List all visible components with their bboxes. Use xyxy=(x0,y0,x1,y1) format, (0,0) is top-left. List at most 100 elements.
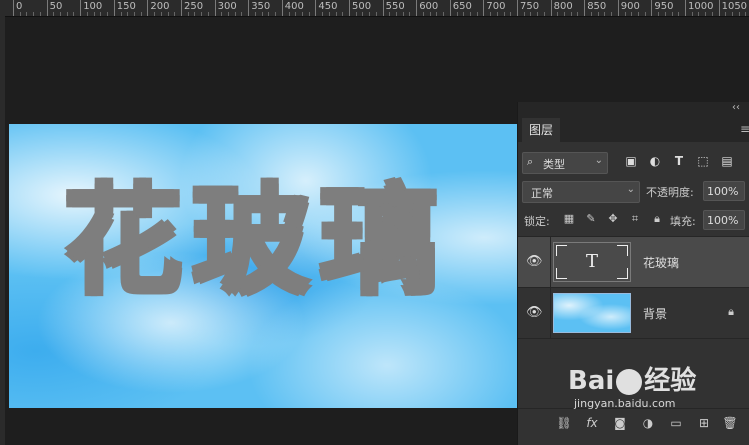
ruler-minor-tick xyxy=(201,12,203,16)
paw-icon xyxy=(616,368,643,395)
ruler-minor-tick xyxy=(120,12,122,16)
ruler-tick-label: 700 xyxy=(486,1,506,12)
ruler-tick-label: 100 xyxy=(83,1,103,12)
ruler-minor-tick xyxy=(26,12,28,16)
layer-row-background[interactable]: 👁︎ 背景 🔒︎ xyxy=(518,287,749,339)
lock-image-pixels-icon[interactable]: ✎ xyxy=(584,212,598,226)
ruler-minor-tick xyxy=(174,12,176,16)
watermark-logo-right: 经验 xyxy=(644,366,697,396)
ruler-minor-tick xyxy=(107,12,109,16)
canvas-text-layer[interactable]: 花玻璃 xyxy=(64,182,448,300)
smart-object-filter-icon[interactable]: ▤ xyxy=(720,154,734,168)
ruler-minor-tick xyxy=(133,12,135,16)
layer-name[interactable]: 背景 xyxy=(643,305,667,322)
tab-layers[interactable]: 图层 xyxy=(522,118,561,142)
background-layer-thumbnail xyxy=(553,293,631,333)
ruler-minor-tick xyxy=(335,12,337,16)
ruler-minor-tick xyxy=(308,12,310,16)
ruler-minor-tick xyxy=(241,12,243,16)
ruler-tick: 700 xyxy=(483,0,505,16)
ruler-minor-tick xyxy=(557,12,559,16)
mask-icon[interactable]: ◙ xyxy=(612,415,628,431)
ruler-minor-tick xyxy=(342,12,344,16)
eye-icon[interactable]: 👁︎ xyxy=(526,305,543,321)
opacity-label: 不透明度: xyxy=(646,186,694,199)
panel-menu-icon[interactable]: ≡ xyxy=(740,122,749,136)
lock-artboard-icon[interactable]: ⌗ xyxy=(628,212,642,226)
link-layers-icon[interactable]: ⛓ xyxy=(556,415,572,431)
ruler-minor-tick xyxy=(691,12,693,16)
text-layer-thumbnail: T xyxy=(553,242,631,282)
horizontal-ruler: 0 50 100 150 200 250 300 350 400 450 500 550 600 650 7… xyxy=(0,0,749,445)
ruler-tick: 750 xyxy=(517,0,539,16)
group-icon[interactable]: ▭ xyxy=(668,415,684,431)
ruler-tick: 200 xyxy=(147,0,169,16)
ruler-minor-tick xyxy=(476,12,478,16)
ruler-minor-tick xyxy=(295,12,297,16)
layer-row-text[interactable]: 👁︎ T 花玻璃 xyxy=(518,236,749,287)
fill-input[interactable]: 100% xyxy=(703,210,745,230)
lock-label: 锁定: xyxy=(524,215,550,228)
shape-filter-icon[interactable]: ⬚ xyxy=(696,154,710,168)
ruler-tick-label: 50 xyxy=(49,1,63,12)
vertical-ruler xyxy=(0,16,5,445)
ruler-minor-tick xyxy=(140,12,142,16)
ruler-minor-tick xyxy=(678,12,680,16)
type-icon: T xyxy=(585,251,598,272)
ruler-minor-tick xyxy=(590,12,592,16)
opacity-input[interactable]: 100% xyxy=(703,181,745,201)
chevron-down-icon: ⌄ xyxy=(626,184,635,195)
blend-mode-value: 正常 xyxy=(531,187,553,200)
ruler-minor-tick xyxy=(503,12,505,16)
visibility-column: 👁︎ xyxy=(518,237,551,287)
lock-position-icon[interactable]: ✥ xyxy=(606,212,620,226)
ruler-tick: 250 xyxy=(181,0,203,16)
watermark-logo-left: Bai xyxy=(568,366,615,396)
ruler-minor-tick xyxy=(261,12,263,16)
ruler-tick: 500 xyxy=(349,0,371,16)
ruler-minor-tick xyxy=(301,12,303,16)
fx-icon[interactable]: fx xyxy=(584,415,600,431)
ruler-tick: 0 xyxy=(13,0,22,16)
ruler-minor-tick xyxy=(443,12,445,16)
lock-all-icon[interactable]: 🔒︎ xyxy=(650,212,664,226)
search-icon: ⌕ xyxy=(527,155,534,168)
ruler-minor-tick xyxy=(637,12,639,16)
ruler-minor-tick xyxy=(187,12,189,16)
layers-bottom-toolbar: ⛓ fx ◙ ◑ ▭ ⊞ 🗑︎ xyxy=(518,408,749,435)
layer-filter-select[interactable]: ⌕ 类型 ⌄ xyxy=(522,152,608,174)
ruler-minor-tick xyxy=(597,12,599,16)
collapse-panel-icon[interactable]: ‹‹ xyxy=(732,102,740,113)
ruler-minor-tick xyxy=(624,12,626,16)
eye-icon[interactable]: 👁︎ xyxy=(526,254,543,270)
layer-name[interactable]: 花玻璃 xyxy=(643,254,679,271)
lock-transparent-pixels-icon[interactable]: ▦ xyxy=(562,212,576,226)
ruler-minor-tick xyxy=(537,12,539,16)
ruler-minor-tick xyxy=(631,12,633,16)
adjustment-icon[interactable]: ◑ xyxy=(640,415,656,431)
ruler-minor-tick xyxy=(436,12,438,16)
ruler-minor-tick xyxy=(328,12,330,16)
ruler-minor-tick xyxy=(33,12,35,16)
ruler-minor-tick xyxy=(570,12,572,16)
ruler-minor-tick xyxy=(86,12,88,16)
new-layer-icon[interactable]: ⊞ xyxy=(696,415,712,431)
trash-icon[interactable]: 🗑︎ xyxy=(722,415,738,431)
ruler-minor-tick xyxy=(322,12,324,16)
filter-type-label: 类型 xyxy=(543,158,565,171)
ruler-tick: 100 xyxy=(80,0,102,16)
document-canvas[interactable]: 花玻璃 xyxy=(9,124,549,408)
ruler-tick: 600 xyxy=(416,0,438,16)
ruler-tick: 850 xyxy=(584,0,606,16)
ruler-minor-tick xyxy=(39,12,41,16)
adjustment-filter-icon[interactable]: ◐ xyxy=(648,154,662,168)
type-filter-icon[interactable]: T xyxy=(672,154,686,168)
ruler-tick-label: 150 xyxy=(116,1,136,12)
ruler-minor-tick xyxy=(496,12,498,16)
image-filter-icon[interactable]: ▣ xyxy=(624,154,638,168)
ruler-minor-tick xyxy=(167,12,169,16)
ruler-minor-tick xyxy=(456,12,458,16)
blend-mode-select[interactable]: 正常 ⌄ xyxy=(522,181,640,203)
ruler-minor-tick xyxy=(658,12,660,16)
ruler-minor-tick xyxy=(288,12,290,16)
